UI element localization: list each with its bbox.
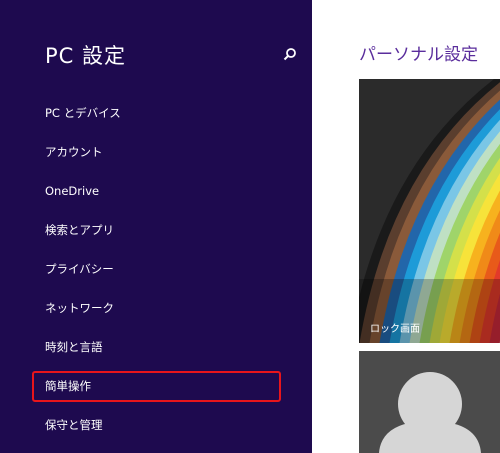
sidebar-item-update-and-recovery[interactable]: 保守と管理 [45, 413, 103, 437]
account-picture-tile[interactable] [359, 351, 500, 453]
main-panel: パーソナル設定 ロック画面 [312, 0, 500, 453]
sidebar-item-search-and-apps[interactable]: 検索とアプリ [45, 218, 114, 242]
sidebar-title: PC 設定 [45, 44, 127, 68]
sidebar-item-onedrive[interactable]: OneDrive [45, 179, 99, 203]
sidebar-item-time-and-language[interactable]: 時刻と言語 [45, 335, 103, 359]
highlight-box [32, 371, 281, 402]
sidebar-item-network[interactable]: ネットワーク [45, 296, 114, 320]
sidebar-item-privacy[interactable]: プライバシー [45, 257, 114, 281]
sidebar: PC 設定 PC とデバイス アカウント OneDrive 検索とアプリ プライ… [0, 0, 312, 453]
sidebar-item-pc-and-devices[interactable]: PC とデバイス [45, 101, 121, 125]
search-icon [283, 48, 296, 61]
page-title: パーソナル設定 [359, 45, 478, 65]
lock-screen-label: ロック画面 [370, 324, 420, 335]
user-silhouette-icon [379, 372, 481, 453]
sidebar-item-accounts[interactable]: アカウント [45, 140, 103, 164]
search-button[interactable] [280, 45, 300, 65]
lock-screen-image [359, 79, 500, 343]
lock-screen-tile[interactable]: ロック画面 [359, 79, 500, 343]
